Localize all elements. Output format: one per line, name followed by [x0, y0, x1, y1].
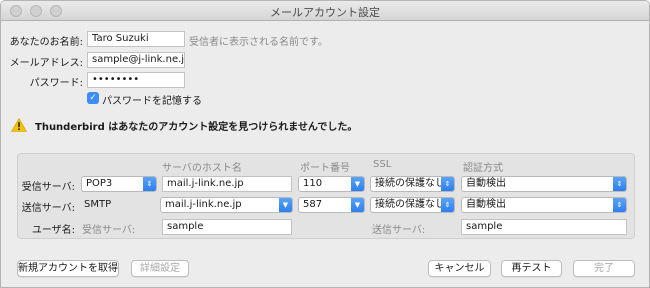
- updown-arrows-icon: ⇕: [441, 198, 454, 212]
- incoming-ssl-value: 接続の保護なし: [375, 178, 445, 189]
- cancel-button[interactable]: キャンセル: [428, 260, 491, 277]
- outgoing-port-combo[interactable]: 587 ▼: [298, 197, 365, 213]
- outgoing-hostname-combo[interactable]: mail.j-link.ne.jp ▼: [160, 197, 293, 213]
- name-label: あなたのお名前:: [9, 37, 83, 48]
- outgoing-auth-value: 自動検出: [466, 199, 506, 210]
- updown-arrows-icon: ⇕: [613, 177, 626, 191]
- incoming-auth-value: 自動検出: [466, 178, 506, 189]
- incoming-port-combo[interactable]: 110 ▼: [298, 176, 365, 192]
- incoming-ssl-select[interactable]: 接続の保護なし ⇕: [370, 176, 455, 192]
- account-setup-window: メールアカウント設定 あなたのお名前: Taro Suzuki 受信者に表示され…: [0, 0, 650, 288]
- outgoing-auth-select[interactable]: 自動検出 ⇕: [461, 197, 627, 213]
- ssl-column-header: SSL: [373, 159, 392, 170]
- remember-password-label: パスワードを記憶する: [102, 96, 202, 107]
- email-field[interactable]: sample@j-link.ne.jp: [87, 52, 185, 68]
- incoming-server-label: 受信サーバ:: [21, 182, 75, 193]
- done-button[interactable]: 完了: [573, 260, 635, 277]
- remember-password-checkbox[interactable]: ✓: [87, 92, 99, 104]
- password-label: パスワード:: [29, 78, 83, 89]
- warning-icon: [11, 118, 27, 132]
- incoming-port-value: 110: [303, 178, 323, 189]
- outgoing-protocol: SMTP: [84, 199, 112, 210]
- chevron-down-icon: ▼: [351, 198, 364, 212]
- name-field[interactable]: Taro Suzuki: [87, 31, 185, 47]
- incoming-protocol-value: POP3: [86, 178, 113, 189]
- auth-column-header: 認証方式: [463, 163, 503, 174]
- incoming-username-label: 受信サーバ:: [82, 225, 136, 236]
- outgoing-server-label: 送信サーバ:: [21, 203, 75, 214]
- port-column-header: ポート番号: [300, 163, 350, 174]
- get-new-account-button[interactable]: 新規アカウントを取得: [17, 260, 119, 277]
- incoming-protocol-select[interactable]: POP3 ⇕: [81, 176, 157, 192]
- updown-arrows-icon: ⇕: [143, 177, 156, 191]
- chevron-down-icon: ▼: [279, 198, 292, 212]
- warning-message: Thunderbird はあなたのアカウント設定を見つけられませんでした。: [35, 122, 358, 133]
- incoming-auth-select[interactable]: 自動検出 ⇕: [461, 176, 627, 192]
- incoming-hostname-field[interactable]: mail.j-link.ne.jp: [162, 176, 292, 192]
- title-bar: メールアカウント設定: [1, 1, 649, 21]
- username-label: ユーザ名:: [31, 225, 75, 236]
- outgoing-port-value: 587: [303, 199, 323, 210]
- outgoing-username-label: 送信サーバ:: [372, 225, 426, 236]
- email-label: メールアドレス:: [9, 58, 83, 69]
- updown-arrows-icon: ⇕: [613, 198, 626, 212]
- updown-arrows-icon: ⇕: [441, 177, 454, 191]
- hostname-column-header: サーバのホスト名: [162, 163, 242, 174]
- outgoing-username-field[interactable]: sample: [461, 219, 627, 235]
- advanced-config-button[interactable]: 詳細設定: [131, 260, 189, 277]
- outgoing-ssl-value: 接続の保護なし: [375, 199, 445, 210]
- chevron-down-icon: ▼: [351, 177, 364, 191]
- password-field[interactable]: ••••••••: [87, 72, 185, 88]
- name-hint: 受信者に表示される名前です。: [189, 37, 328, 48]
- window-title: メールアカウント設定: [270, 6, 380, 19]
- retest-button[interactable]: 再テスト: [501, 260, 562, 277]
- incoming-username-field[interactable]: sample: [162, 219, 292, 235]
- outgoing-ssl-select[interactable]: 接続の保護なし ⇕: [370, 197, 455, 213]
- outgoing-hostname-value: mail.j-link.ne.jp: [165, 199, 242, 210]
